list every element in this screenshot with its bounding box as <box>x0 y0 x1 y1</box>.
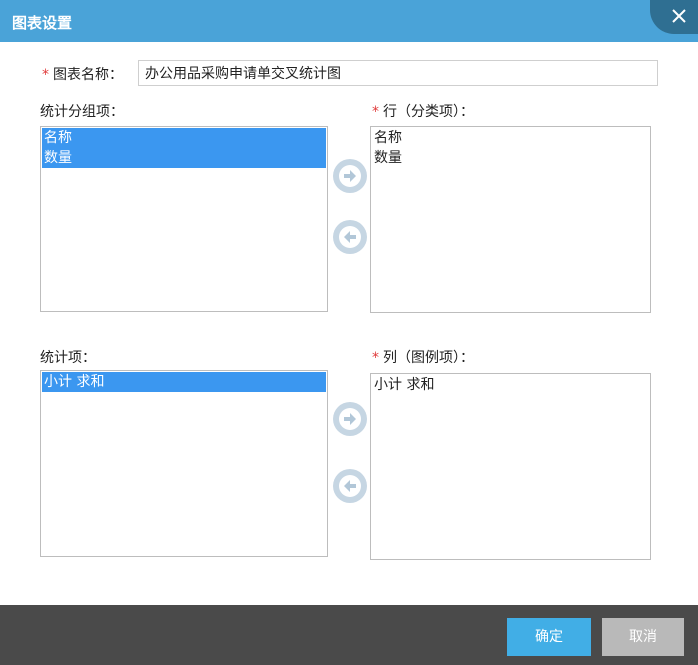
ok-button[interactable]: 确定 <box>507 618 591 656</box>
dialog-title: 图表设置 <box>12 14 73 32</box>
col-items-list[interactable]: 小计 求和 <box>370 373 651 560</box>
row-items-list[interactable]: 名称 数量 <box>370 126 651 313</box>
add-col-button[interactable] <box>333 402 367 436</box>
list-item[interactable]: 数量 <box>372 148 649 168</box>
close-icon <box>672 9 686 23</box>
remove-row-button[interactable] <box>333 220 367 254</box>
arrow-left-icon <box>339 475 361 497</box>
dialog-titlebar: 图表设置 <box>0 0 698 42</box>
list-item[interactable]: 小计 求和 <box>372 375 649 395</box>
remove-col-button[interactable] <box>333 469 367 503</box>
close-button[interactable] <box>650 0 698 34</box>
stat-items-label: 统计项： <box>40 350 96 366</box>
group-items-label: 统计分组项： <box>40 104 124 120</box>
group-items-list[interactable]: 名称 数量 <box>40 126 328 312</box>
list-item[interactable]: 小计 求和 <box>42 372 326 392</box>
cancel-button[interactable]: 取消 <box>602 618 684 656</box>
row-items-label: * 行（分类项）： <box>372 101 474 121</box>
arrow-left-icon <box>339 226 361 248</box>
required-mark: * <box>42 67 49 83</box>
col-items-label: * 列（图例项）： <box>372 347 474 367</box>
chart-name-label-text: 图表名称： <box>53 67 123 83</box>
col-items-label-text: 列（图例项）： <box>383 350 474 366</box>
chart-name-input[interactable] <box>138 60 658 86</box>
list-item[interactable]: 数量 <box>42 148 326 168</box>
list-item[interactable]: 名称 <box>42 128 326 148</box>
arrow-right-icon <box>339 408 361 430</box>
required-mark: * <box>372 350 379 366</box>
list-item[interactable]: 名称 <box>372 128 649 148</box>
dialog-footer: 确定 取消 <box>0 605 698 665</box>
required-mark: * <box>372 104 379 120</box>
add-row-button[interactable] <box>333 159 367 193</box>
stat-items-list[interactable]: 小计 求和 <box>40 370 328 557</box>
row-items-label-text: 行（分类项）： <box>383 104 474 120</box>
chart-name-label: * 图表名称： <box>42 64 123 84</box>
arrow-right-icon <box>339 165 361 187</box>
